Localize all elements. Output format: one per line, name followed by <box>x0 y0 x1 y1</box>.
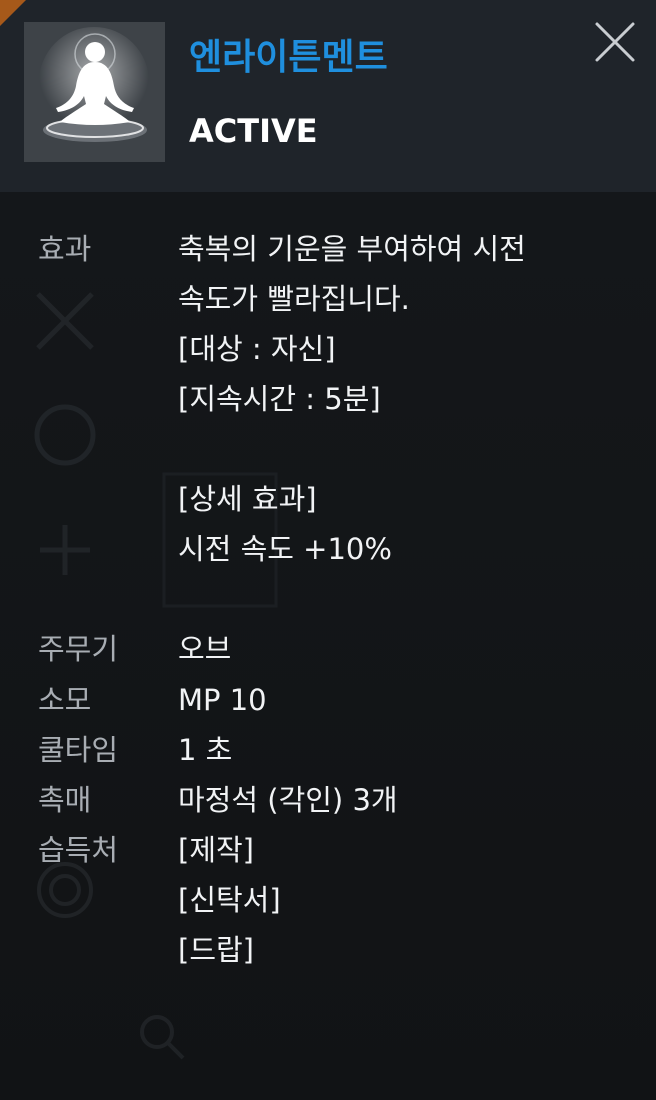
meditation-icon <box>24 22 165 162</box>
skill-type: ACTIVE <box>189 112 318 150</box>
weapon-label: 주무기 <box>38 632 119 666</box>
cooldown-label: 쿨타임 <box>38 733 119 767</box>
effect-description: 축복의 기운을 부여하여 시전 속도가 빨라집니다. [대상 : 자신] [지속… <box>178 224 618 574</box>
background-circle-icon <box>30 400 100 474</box>
weapon-value: 오브 <box>178 632 232 666</box>
effect-label: 효과 <box>38 232 92 266</box>
source-item: [신탁서] <box>178 883 281 917</box>
cooldown-value: 1 초 <box>178 733 233 767</box>
skill-name: 엔라이튼멘트 <box>189 37 388 78</box>
background-cross-icon <box>30 286 100 360</box>
skill-tooltip-panel: 엔라이튼멘트 ACTIVE 효과 축복의 기운을 부여하여 시전 속도가 빨라집… <box>0 0 656 1100</box>
cost-value: MP 10 <box>178 683 267 717</box>
close-icon[interactable] <box>593 20 637 64</box>
source-item: [제작] <box>178 833 254 867</box>
source-list: [제작] [신탁서] [드랍] <box>178 825 618 975</box>
effect-line: 속도가 빨라집니다. <box>178 282 410 316</box>
effect-line: 축복의 기운을 부여하여 시전 <box>178 232 526 266</box>
catalyst-label: 촉매 <box>38 783 92 817</box>
background-arrow-icon <box>30 515 100 589</box>
catalyst-value: 마정석 (각인) 3개 <box>178 783 398 817</box>
effect-duration: [지속시간 : 5분] <box>178 382 381 416</box>
source-item: [드랍] <box>178 933 254 967</box>
effect-target: [대상 : 자신] <box>178 332 336 366</box>
background-search-icon <box>135 1010 191 1070</box>
effect-detail-value: 시전 속도 +10% <box>178 532 392 566</box>
cost-label: 소모 <box>38 683 92 717</box>
effect-spacer <box>178 424 618 474</box>
tooltip-header: 엔라이튼멘트 ACTIVE <box>0 0 656 192</box>
source-label: 습득처 <box>38 833 119 867</box>
corner-accent <box>0 0 26 26</box>
effect-detail-heading: [상세 효과] <box>178 482 317 516</box>
